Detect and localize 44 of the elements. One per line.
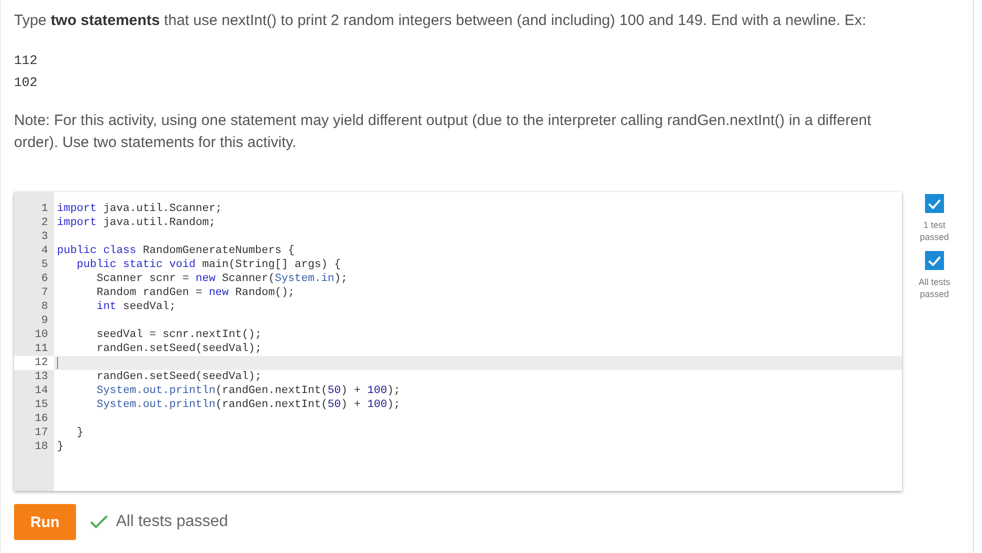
- line-number: 3: [40, 230, 49, 244]
- code-line: randGen.setSeed(seedVal);: [96, 342, 263, 356]
- code-line: public class RandomGenerateNumbers {: [56, 244, 296, 258]
- test-status-label: All tests passed: [918, 276, 952, 300]
- code-line: randGen.setSeed(seedVal);: [96, 370, 263, 384]
- text-cursor: [57, 357, 58, 369]
- check-icon: [928, 198, 941, 208]
- code-line: import java.util.Scanner;: [56, 202, 224, 216]
- code-line: }: [56, 440, 65, 454]
- line-number: 4: [40, 244, 49, 258]
- line-number: 7: [40, 286, 49, 300]
- line-number: 18: [34, 440, 49, 454]
- check-icon: [928, 256, 941, 266]
- code-line: System.out.println(randGen.nextInt(50) + 100);: [96, 384, 402, 398]
- line-number: 8: [40, 300, 49, 314]
- code-line: seedVal = scnr.nextInt();: [96, 328, 263, 342]
- line-number: 14: [34, 384, 49, 398]
- note-text: Note: For this activity, using one statement may yield different output (due to the interpreter calling randGen.nextInt() in a different order). Use two statements for this activity.: [14, 111, 872, 153]
- code-line: import java.util.Random;: [56, 216, 216, 230]
- line-number: 11: [34, 342, 49, 356]
- run-button[interactable]: Run: [14, 504, 76, 540]
- test-status-label: 1 test passed: [918, 219, 950, 243]
- line-number: 6: [40, 272, 49, 286]
- line-number: 13: [34, 370, 49, 384]
- line-number: 10: [34, 328, 49, 342]
- code-line: Random randGen = new Random();: [96, 286, 296, 300]
- code-line: int seedVal;: [96, 300, 177, 314]
- instruction-text: Type two statements that use nextInt() to print 2 random integers between (and including) 100 and 149. End with a newline. Ex:: [14, 11, 868, 31]
- code-editor[interactable]: [14, 192, 902, 491]
- example-output-line: 112: [14, 52, 38, 70]
- line-number: 12: [14, 356, 54, 370]
- code-line: }: [76, 426, 84, 440]
- test-result-text: All tests passed: [116, 513, 228, 531]
- code-line: System.out.println(randGen.nextInt(50) + 100);: [96, 398, 402, 412]
- code-line: public static void main(String[] args) {: [76, 258, 342, 272]
- line-number: 2: [40, 216, 49, 230]
- line-number: 5: [40, 258, 49, 272]
- line-number: 16: [34, 412, 49, 426]
- example-output-line: 102: [14, 74, 38, 92]
- code-line: Scanner scnr = new Scanner(System.in);: [96, 272, 348, 286]
- line-number: 1: [40, 202, 49, 216]
- line-number: 17: [34, 426, 49, 440]
- line-number: 15: [34, 398, 49, 412]
- line-number: 9: [40, 314, 49, 328]
